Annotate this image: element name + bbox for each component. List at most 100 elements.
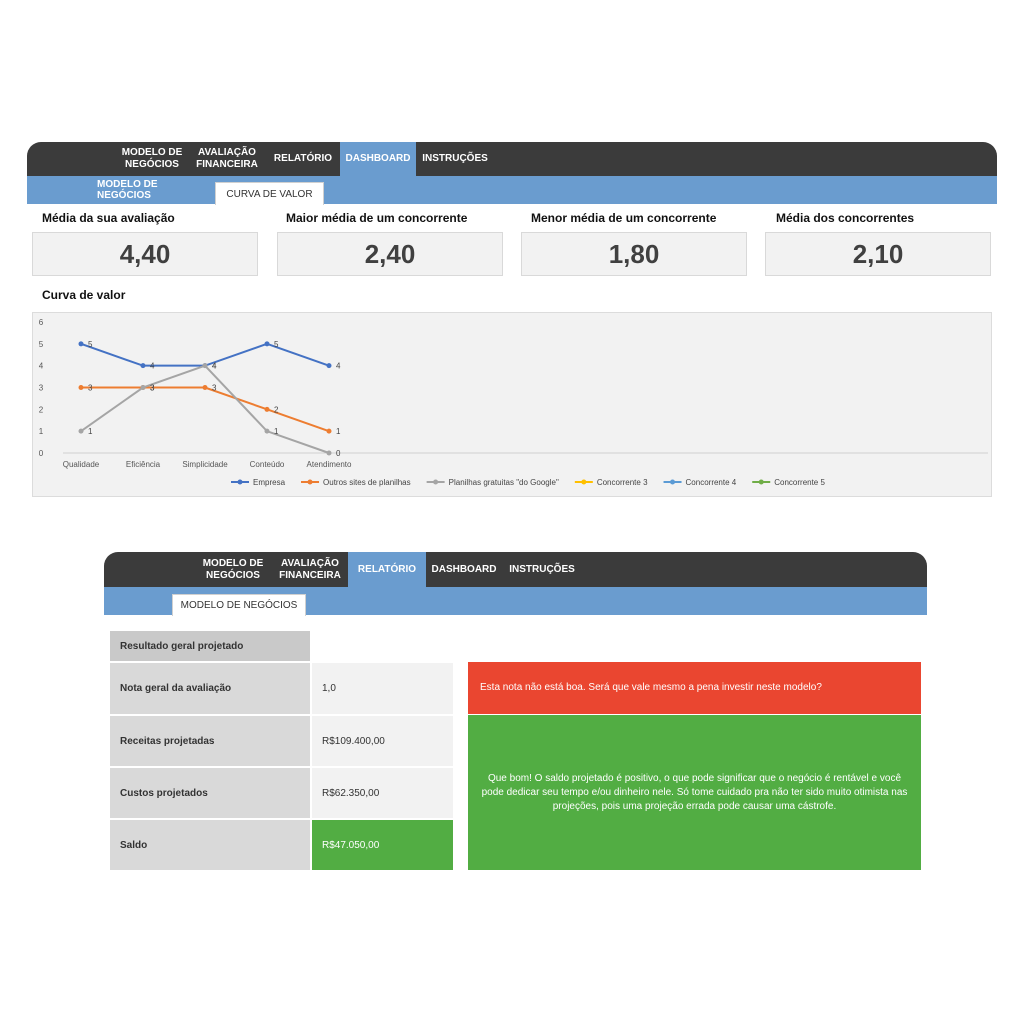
subtab-label: MODELO DE NEGÓCIOS <box>97 179 158 201</box>
x-tick-label: Qualidade <box>63 460 100 469</box>
sub-nav-bar: MODELO DE NEGÓCIOS <box>104 587 927 616</box>
tab-label-line2: NEGÓCIOS <box>206 569 260 581</box>
row-value-custos: R$62.350,00 <box>312 768 453 818</box>
tab-label: DASHBOARD <box>345 153 411 164</box>
series-line <box>81 386 330 433</box>
data-label: 1 <box>336 427 341 436</box>
row-label-saldo: Saldo <box>110 820 310 870</box>
tab-avaliacao-financeira[interactable]: AVALIAÇÃO FINANCEIRA <box>193 142 261 176</box>
legend-marker <box>433 479 439 485</box>
kpi-label-media-concorrentes: Média dos concorrentes <box>776 211 915 225</box>
data-label: 3 <box>150 384 155 393</box>
y-tick-label: 4 <box>39 362 44 371</box>
data-label: 1 <box>88 427 93 436</box>
row-value-saldo: R$47.050,00 <box>312 820 453 870</box>
data-label: 5 <box>88 340 93 349</box>
data-point <box>202 363 208 369</box>
legend-marker <box>670 479 676 485</box>
data-point <box>264 341 270 347</box>
tab-label-line2: NEGÓCIOS <box>125 159 179 170</box>
data-label: 3 <box>212 384 217 393</box>
tab-instrucoes[interactable]: INSTRUÇÕES <box>421 142 489 176</box>
tab-relatorio[interactable]: RELATÓRIO <box>348 552 426 587</box>
data-label: 4 <box>336 362 341 371</box>
y-tick-label: 3 <box>39 384 44 393</box>
top-nav-bar: MODELO DE NEGÓCIOS AVALIAÇÃO FINANCEIRA RE… <box>27 142 997 176</box>
kpi-label-menor-media: Menor média de um concorrente <box>531 211 717 225</box>
tab-dashboard[interactable]: DASHBOARD <box>430 552 498 587</box>
tab-label-line2: FINANCEIRA <box>279 569 341 581</box>
subtab-modelo-de-negocios[interactable]: MODELO DE NEGÓCIOS <box>97 176 209 204</box>
legend-label: Empresa <box>253 478 286 487</box>
y-tick-label: 5 <box>39 340 44 349</box>
tab-label: RELATÓRIO <box>273 153 333 164</box>
legend-marker <box>758 479 764 485</box>
tab-label-line1: MODELO DE <box>202 557 264 569</box>
data-label: 4 <box>212 362 217 371</box>
subtab-curva-de-valor[interactable]: CURVA DE VALOR <box>215 182 324 205</box>
row-value-nota-geral: 1,0 <box>312 663 453 714</box>
data-point <box>78 385 84 390</box>
kpi-label-maior-media: Maior média de um concorrente <box>286 211 468 225</box>
tab-avaliacao-financeira[interactable]: AVALIAÇÃO FINANCEIRA <box>276 552 344 587</box>
subtab-modelo-de-negocios[interactable]: MODELO DE NEGÓCIOS <box>172 594 306 616</box>
y-tick-label: 0 <box>39 449 44 458</box>
row-label-custos: Custos projetados <box>110 768 310 818</box>
tab-label-line1: AVALIAÇÃO <box>198 147 256 158</box>
y-tick-label: 6 <box>39 318 44 327</box>
legend-marker <box>237 479 243 485</box>
data-point <box>326 363 332 369</box>
legend-label: Outros sites de planilhas <box>323 478 411 487</box>
data-point <box>326 450 332 456</box>
kpi-label-media-avaliacao: Média da sua avaliação <box>42 211 175 225</box>
kpi-value-maior-media: 2,40 <box>277 232 503 276</box>
series-line <box>80 342 330 367</box>
data-point <box>78 428 84 434</box>
tab-label: INSTRUÇÕES <box>422 153 488 164</box>
legend-marker <box>581 479 587 485</box>
message-rating-warning: Esta nota não está boa. Será que vale me… <box>468 662 921 714</box>
chart-title: Curva de valor <box>42 288 126 302</box>
data-label: 5 <box>274 340 279 349</box>
data-point <box>264 428 270 434</box>
kpi-value-media-avaliacao: 4,40 <box>32 232 258 276</box>
subtab-label: MODELO DE NEGÓCIOS <box>180 600 298 611</box>
row-value-receitas: R$109.400,00 <box>312 716 453 766</box>
data-point <box>78 341 84 347</box>
tab-label-line2: FINANCEIRA <box>196 159 258 170</box>
data-label: 1 <box>274 427 279 436</box>
value-curve-chart: 0 1 2 3 4 5 6 Qualidade Eficiência Simplicidade Co… <box>32 312 992 497</box>
message-balance-positive: Que bom! O saldo projetado é positivo, o… <box>468 715 921 870</box>
tab-modelo-de-negocios[interactable]: MODELO DE NEGÓCIOS <box>119 142 185 176</box>
data-point <box>140 385 146 390</box>
data-label: 0 <box>336 449 341 458</box>
x-tick-label: Simplicidade <box>182 460 228 469</box>
tab-label: RELATÓRIO <box>357 563 417 575</box>
tab-label: DASHBOARD <box>431 563 497 575</box>
data-point <box>140 363 146 369</box>
data-label: 3 <box>88 384 93 393</box>
legend-label: Concorrente 3 <box>597 478 648 487</box>
legend-label: Concorrente 4 <box>686 478 737 487</box>
tab-label-line1: MODELO DE <box>121 147 183 158</box>
y-tick-label: 2 <box>39 405 44 414</box>
chart-svg: 0 1 2 3 4 5 6 Qualidade Eficiência Simplicidade Co… <box>39 318 988 487</box>
tab-relatorio[interactable]: RELATÓRIO <box>270 142 336 176</box>
legend-marker <box>307 479 313 485</box>
row-label-receitas: Receitas projetadas <box>110 716 310 766</box>
data-point <box>202 385 208 390</box>
x-tick-label: Conteúdo <box>250 460 285 469</box>
data-point <box>326 428 332 434</box>
table-header: Resultado geral projetado <box>110 631 310 661</box>
tab-modelo-de-negocios[interactable]: MODELO DE NEGÓCIOS <box>200 552 266 587</box>
tab-instrucoes[interactable]: INSTRUÇÕES <box>508 552 576 587</box>
sub-nav-bar: MODELO DE NEGÓCIOS CURVA DE VALOR <box>27 176 997 205</box>
kpi-value-menor-media: 1,80 <box>521 232 747 276</box>
x-tick-label: Eficiência <box>126 460 161 469</box>
data-label: 2 <box>274 405 279 414</box>
x-tick-label: Atendimento <box>307 460 352 469</box>
data-label: 4 <box>150 362 155 371</box>
legend-label: Planilhas gratuitas "do Google" <box>449 478 559 487</box>
tab-dashboard[interactable]: DASHBOARD <box>340 142 416 176</box>
tab-label: INSTRUÇÕES <box>509 563 575 575</box>
